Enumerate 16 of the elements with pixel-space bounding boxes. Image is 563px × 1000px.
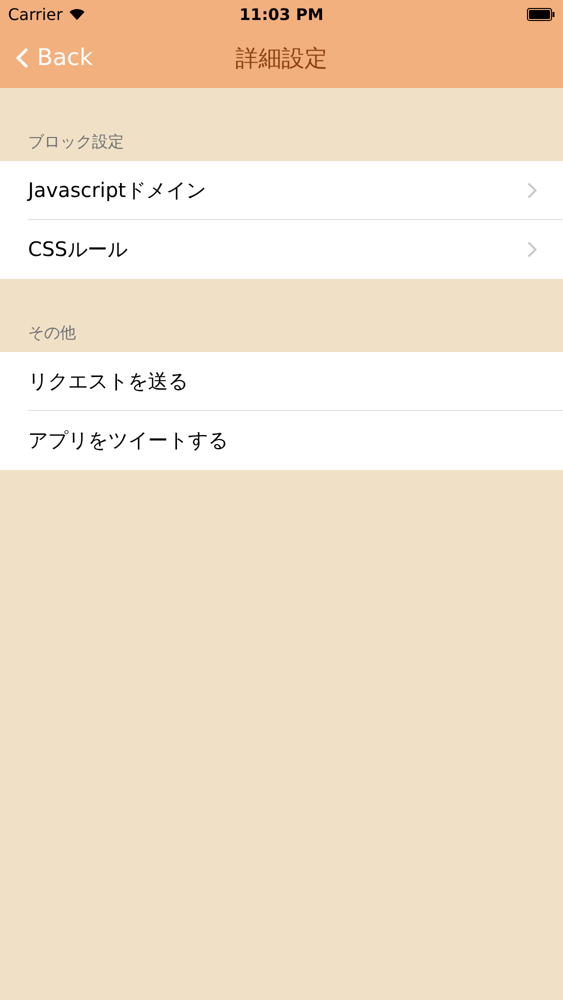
- settings-row[interactable]: アプリをツイートする: [28, 411, 563, 470]
- nav-title: 詳細設定: [236, 44, 328, 74]
- clock-time: 11:03 PM: [238, 4, 325, 24]
- row-label: CSSルール: [28, 236, 128, 263]
- row-label: Javascriptドメイン: [28, 176, 206, 204]
- chevron-left-icon: [16, 47, 29, 69]
- wifi-icon: [68, 8, 85, 20]
- carrier-label: Carrier: [8, 4, 63, 24]
- settings-row[interactable]: Javascriptドメイン: [28, 161, 563, 220]
- battery-icon: [527, 8, 555, 20]
- settings-row[interactable]: CSSルール: [28, 220, 563, 279]
- section-header: その他: [27, 322, 77, 344]
- section-header: ブロック設定: [27, 131, 125, 153]
- settings-row[interactable]: リクエストを送る: [28, 352, 563, 411]
- row-label: リクエストを送る: [28, 368, 188, 394]
- row-label: アプリをツイートする: [28, 427, 228, 454]
